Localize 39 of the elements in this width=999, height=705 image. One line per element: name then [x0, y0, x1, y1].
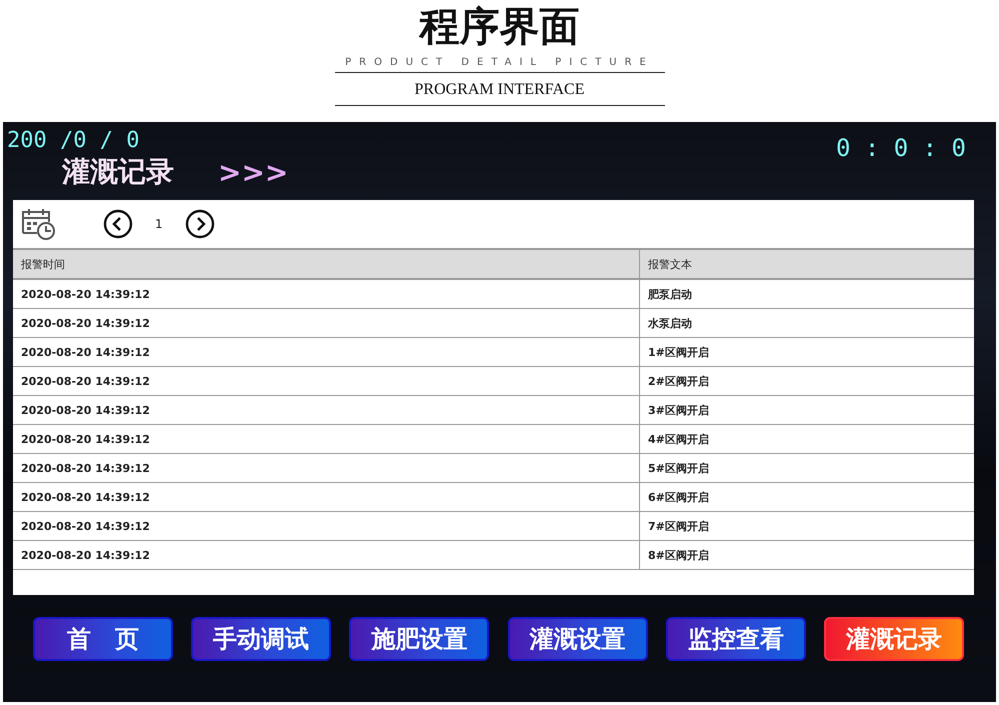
table-cell: 1#区阀开启 — [640, 338, 974, 366]
column-header: 报警时间 — [13, 249, 640, 279]
table-cell: 2020-08-20 14:39:12 — [13, 279, 640, 308]
table-cell: 5#区阀开启 — [640, 454, 974, 482]
calendar-clock-icon[interactable] — [21, 207, 57, 241]
date-display: 200 /0 / 0 — [7, 129, 140, 153]
previous-page-icon[interactable] — [103, 209, 133, 239]
table-cell: 4#区阀开启 — [640, 424, 974, 454]
nav-button[interactable]: 灌溉记录 — [824, 617, 964, 661]
table-cell: 2020-08-20 14:39:12 — [13, 396, 640, 424]
table-cell: 水泵启动 — [640, 308, 974, 338]
table-cell: 2#区阀开启 — [640, 366, 974, 396]
nav-button[interactable]: 首 页 — [33, 617, 173, 661]
page-title: 程序界面 — [420, 2, 580, 52]
table-cell: 2020-08-20 14:39:12 — [13, 308, 640, 338]
table-cell: 7#区阀开启 — [640, 512, 974, 540]
table-cell: 2020-08-20 14:39:12 — [13, 512, 640, 540]
time-display: 0 : 0 : 0 — [836, 134, 966, 162]
table-cell: 3#区阀开启 — [640, 396, 974, 424]
section-heading: PROGRAM INTERFACE — [334, 73, 664, 106]
nav-button[interactable]: 监控查看 — [666, 617, 806, 661]
page-number: 1 — [155, 217, 163, 231]
table-cell: 8#区阀开启 — [640, 540, 974, 570]
arrow-glyphs: >>> — [218, 156, 288, 188]
page-subtitle: PRODUCT DETAIL PICTURE — [334, 57, 664, 73]
table-cell: 2020-08-20 14:39:12 — [13, 366, 640, 396]
table-cell: 2020-08-20 14:39:12 — [13, 424, 640, 454]
next-page-icon[interactable] — [184, 209, 215, 239]
nav-button[interactable]: 灌溉设置 — [508, 617, 648, 661]
table-cell: 2020-08-20 14:39:12 — [13, 338, 640, 366]
table-cell: 肥泵启动 — [640, 279, 974, 308]
screen-title: 灌溉记录 — [62, 154, 174, 190]
nav-button[interactable]: 手动调试 — [191, 617, 332, 661]
table-cell: 2020-08-20 14:39:12 — [13, 454, 640, 482]
table-cell: 2020-08-20 14:39:12 — [13, 540, 640, 570]
nav-button[interactable]: 施肥设置 — [349, 617, 490, 661]
column-header: 报警文本 — [640, 249, 974, 279]
table-cell: 6#区阀开启 — [640, 482, 974, 512]
table-cell: 2020-08-20 14:39:12 — [13, 482, 640, 512]
